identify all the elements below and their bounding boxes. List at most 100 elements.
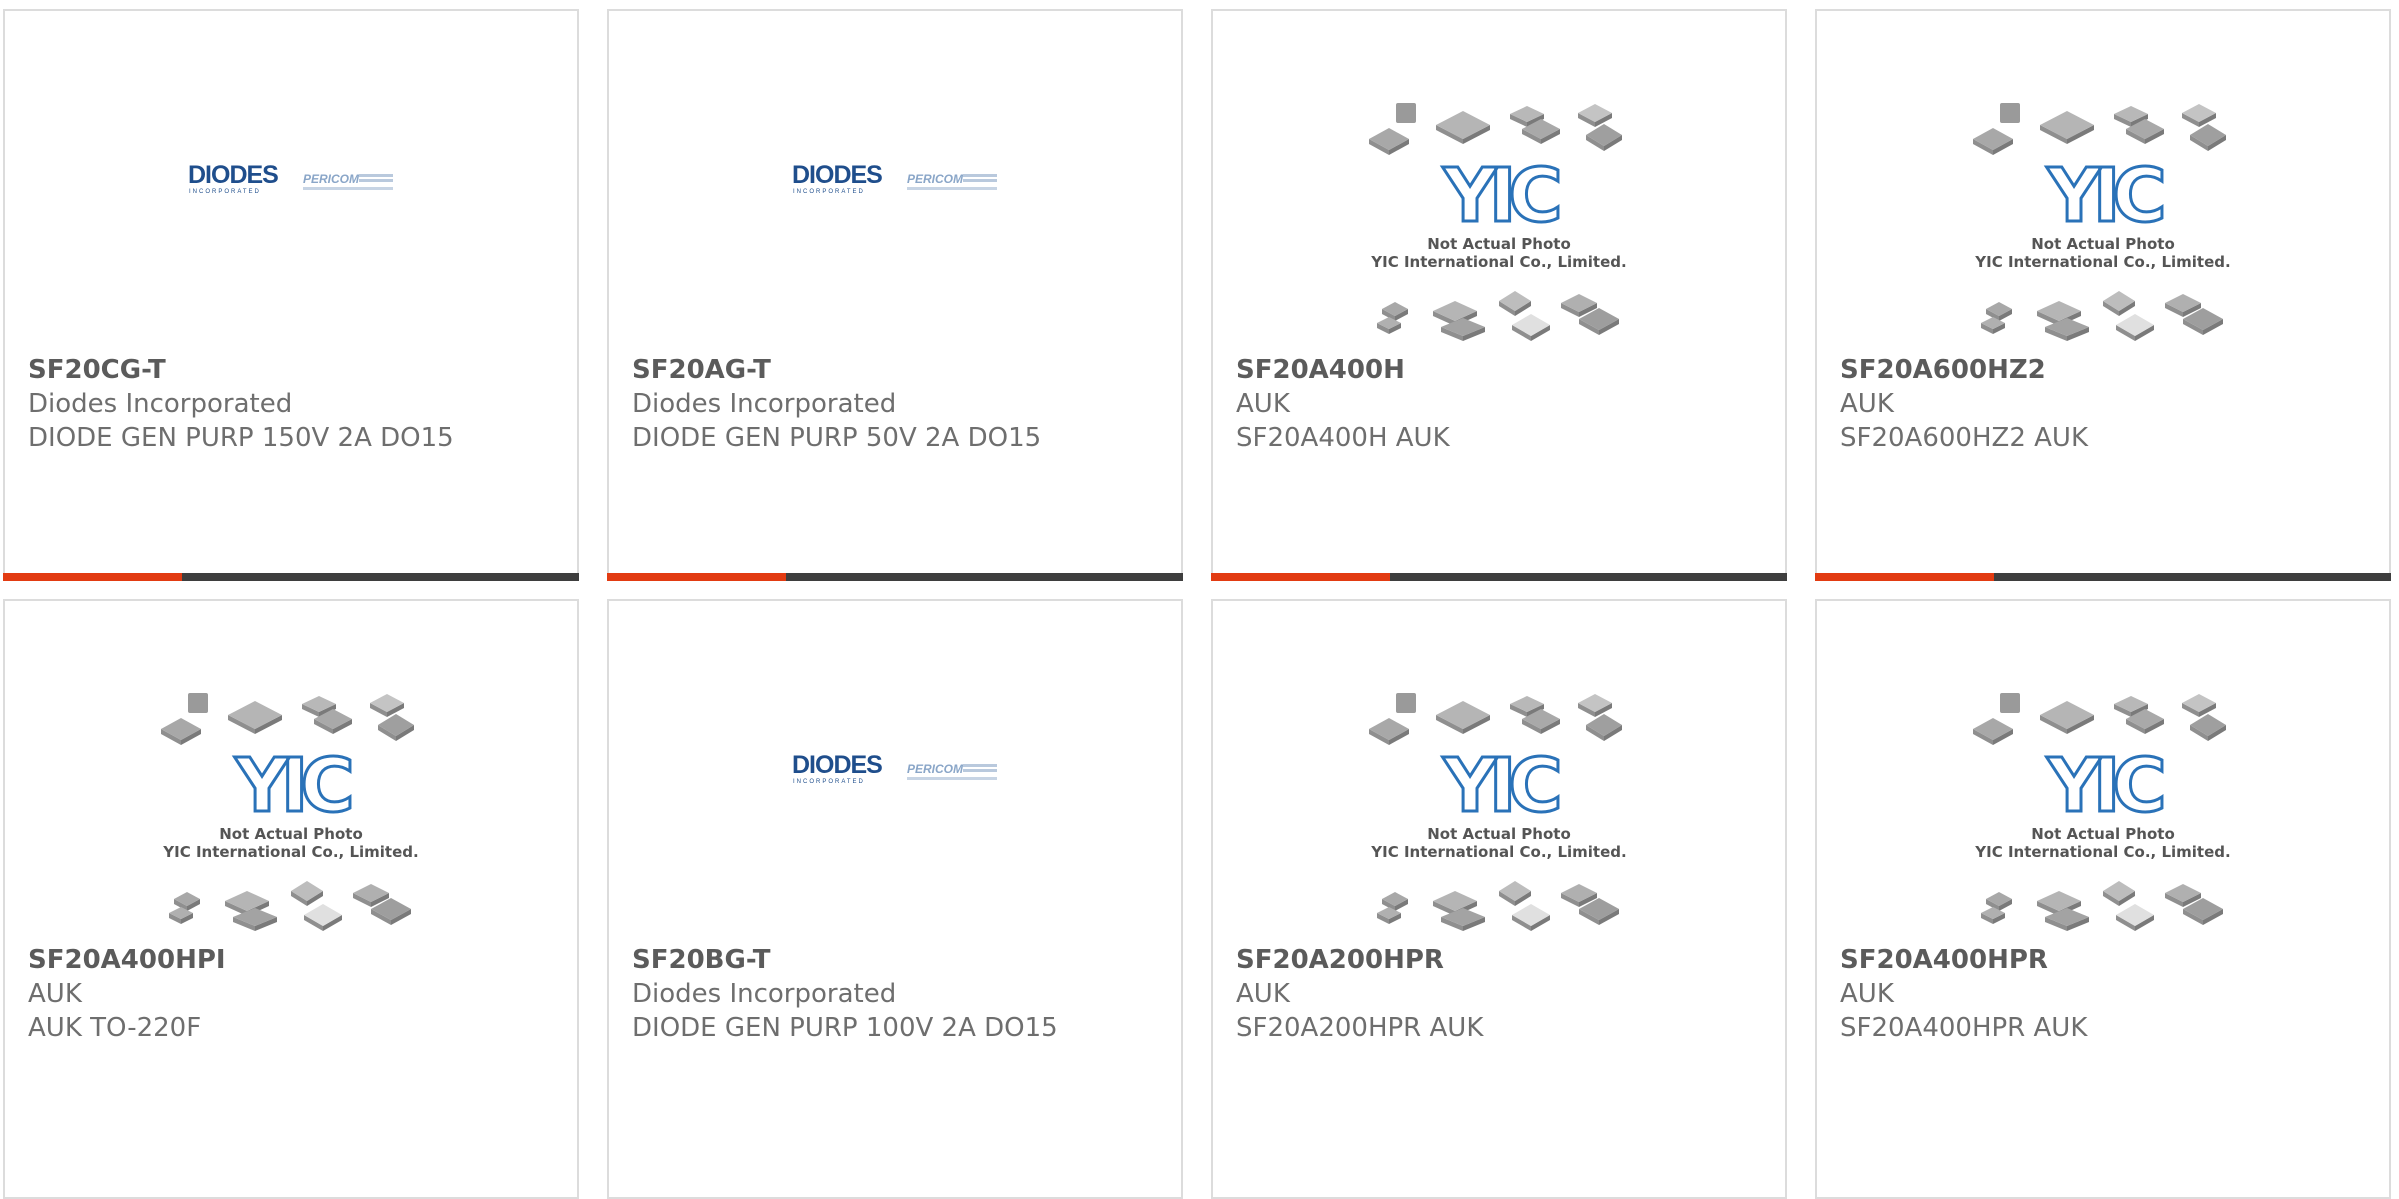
product-card[interactable]: YIC Not Actual Photo YIC International Co.… <box>1211 9 1787 581</box>
chip-icon <box>2103 291 2135 316</box>
description: DIODE GEN PURP 50V 2A DO15 <box>632 423 1042 453</box>
description: DIODE GEN PURP 150V 2A DO15 <box>28 423 454 453</box>
chip-icon <box>1986 302 2012 321</box>
product-card[interactable]: DIODES INCORPORATED PERICOM SF20AG-T Diode… <box>607 9 1183 581</box>
product-card[interactable]: YIC Not Actual Photo YIC International Co.… <box>1211 599 1787 1199</box>
product-card[interactable]: DIODES INCORPORATED PERICOM SF20CG-T Diode… <box>3 9 579 581</box>
yic-placeholder-image: YICNot Actual PhotoYIC International Co.… <box>1973 103 2231 341</box>
chip-icon <box>1396 693 1416 713</box>
yic-placeholder-image: YICNot Actual PhotoYIC International Co.… <box>1369 103 1627 341</box>
pericom-tagline-bar <box>907 777 997 780</box>
chip-icon <box>2040 111 2094 144</box>
chip-icon <box>1382 302 1408 321</box>
not-actual-photo-text: Not Actual Photo <box>2031 825 2175 843</box>
manufacturer: AUK <box>1840 979 1894 1009</box>
chip-icon <box>2040 701 2094 734</box>
card-bar-accent <box>1815 573 1994 581</box>
pericom-stripe <box>963 174 997 177</box>
chip-icon <box>1396 103 1416 123</box>
pericom-wordmark: PERICOM <box>907 762 964 776</box>
chip-icon <box>304 904 342 931</box>
chip-icon <box>2000 103 2020 123</box>
product-image: YIC Not Actual Photo YIC International Co.… <box>1817 11 2389 351</box>
diodes-tagline: INCORPORATED <box>793 189 865 195</box>
pericom-tagline-bar <box>303 187 393 190</box>
card-bar-accent <box>3 573 182 581</box>
yic-logo: YIC <box>2046 153 2162 239</box>
chip-icon <box>1436 701 1490 734</box>
manufacturer: AUK <box>28 979 82 1009</box>
chip-icon <box>161 718 201 745</box>
product-card[interactable]: YIC Not Actual Photo YIC International Co.… <box>1815 9 2391 581</box>
chip-icon <box>1369 718 1409 745</box>
manufacturer: Diodes Incorporated <box>632 389 897 419</box>
product-image: DIODES INCORPORATED PERICOM <box>609 601 1181 941</box>
card-bottom-bar <box>3 573 579 581</box>
product-image: DIODES INCORPORATED PERICOM <box>609 11 1181 351</box>
pericom-stripe <box>359 179 393 182</box>
part-number[interactable]: SF20CG-T <box>28 353 567 387</box>
pericom-wordmark: PERICOM <box>303 172 360 186</box>
card-bar-accent <box>607 573 786 581</box>
chip-icon <box>1578 694 1612 717</box>
chip-icon <box>1512 314 1550 341</box>
yic-logo: YIC <box>1442 743 1558 829</box>
pericom-stripe <box>359 174 393 177</box>
description: SF20A600HZ2 AUK <box>1840 423 2088 453</box>
chip-icon <box>2103 881 2135 906</box>
chip-icon <box>1986 892 2012 911</box>
chip-icon <box>2190 124 2226 151</box>
product-card[interactable]: DIODES INCORPORATED PERICOM SF20BG-T Diode… <box>607 599 1183 1199</box>
diodes-pericom-logo: DIODESINCORPORATED PERICOM <box>188 161 393 195</box>
part-number[interactable]: SF20BG-T <box>632 943 1171 977</box>
yic-placeholder-image: YICNot Actual PhotoYIC International Co.… <box>1973 693 2231 931</box>
product-card[interactable]: YIC Not Actual Photo YIC International Co.… <box>1815 599 2391 1199</box>
chip-icon <box>1436 111 1490 144</box>
part-number[interactable]: SF20A200HPR <box>1236 943 1775 977</box>
product-image: YIC Not Actual Photo YIC International Co.… <box>5 601 577 941</box>
part-number[interactable]: SF20A600HZ2 <box>1840 353 2379 387</box>
yic-logo: YIC <box>234 743 350 829</box>
chip-icon <box>1382 892 1408 911</box>
chip-icon <box>1499 291 1531 316</box>
diodes-tagline: INCORPORATED <box>189 189 261 195</box>
description: SF20A200HPR AUK <box>1236 1013 1484 1043</box>
chip-icon <box>174 892 200 911</box>
company-name-text: YIC International Co., Limited. <box>1974 253 2230 271</box>
part-number[interactable]: SF20A400HPI <box>28 943 567 977</box>
card-bottom-bar <box>1815 573 2391 581</box>
pericom-stripe <box>963 764 997 767</box>
chip-icon <box>1578 104 1612 127</box>
chip-icon <box>2182 694 2216 717</box>
chip-icon <box>1499 881 1531 906</box>
chip-icon <box>1973 718 2013 745</box>
description: DIODE GEN PURP 100V 2A DO15 <box>632 1013 1058 1043</box>
chip-icon <box>1586 124 1622 151</box>
yic-placeholder-image: YICNot Actual PhotoYIC International Co.… <box>161 693 419 931</box>
not-actual-photo-text: Not Actual Photo <box>2031 235 2175 253</box>
description: AUK TO-220F <box>28 1013 202 1043</box>
company-name-text: YIC International Co., Limited. <box>162 843 418 861</box>
chip-icon <box>2116 314 2154 341</box>
chip-icon <box>2190 714 2226 741</box>
part-number[interactable]: SF20A400HPR <box>1840 943 2379 977</box>
chip-icon <box>370 694 404 717</box>
description: SF20A400HPR AUK <box>1840 1013 2088 1043</box>
chip-icon <box>1369 128 1409 155</box>
product-grid: DIODES INCORPORATED PERICOM SF20CG-T Diode… <box>0 0 2399 1199</box>
not-actual-photo-text: Not Actual Photo <box>1427 825 1571 843</box>
product-image: YIC Not Actual Photo YIC International Co.… <box>1213 11 1785 351</box>
company-name-text: YIC International Co., Limited. <box>1370 843 1626 861</box>
diodes-tagline: INCORPORATED <box>793 779 865 785</box>
card-bottom-bar <box>1211 573 1787 581</box>
yic-logo: YIC <box>2046 743 2162 829</box>
part-number[interactable]: SF20AG-T <box>632 353 1171 387</box>
chip-icon <box>2182 104 2216 127</box>
product-image: DIODES INCORPORATED PERICOM <box>5 11 577 351</box>
chip-icon <box>1586 714 1622 741</box>
diodes-pericom-logo: DIODESINCORPORATED PERICOM <box>792 751 997 785</box>
card-bottom-bar <box>607 573 1183 581</box>
product-card[interactable]: YIC Not Actual Photo YIC International Co.… <box>3 599 579 1199</box>
part-number[interactable]: SF20A400H <box>1236 353 1775 387</box>
pericom-tagline-bar <box>907 187 997 190</box>
